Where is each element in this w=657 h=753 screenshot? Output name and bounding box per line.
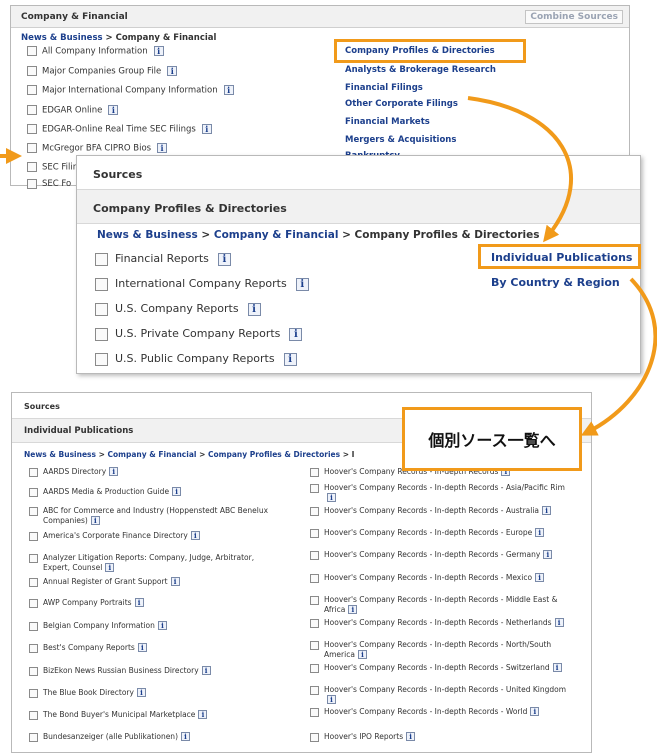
arrow-icon bbox=[467, 96, 574, 243]
arrow-icon bbox=[580, 277, 657, 436]
arrows-overlay bbox=[0, 96, 657, 436]
